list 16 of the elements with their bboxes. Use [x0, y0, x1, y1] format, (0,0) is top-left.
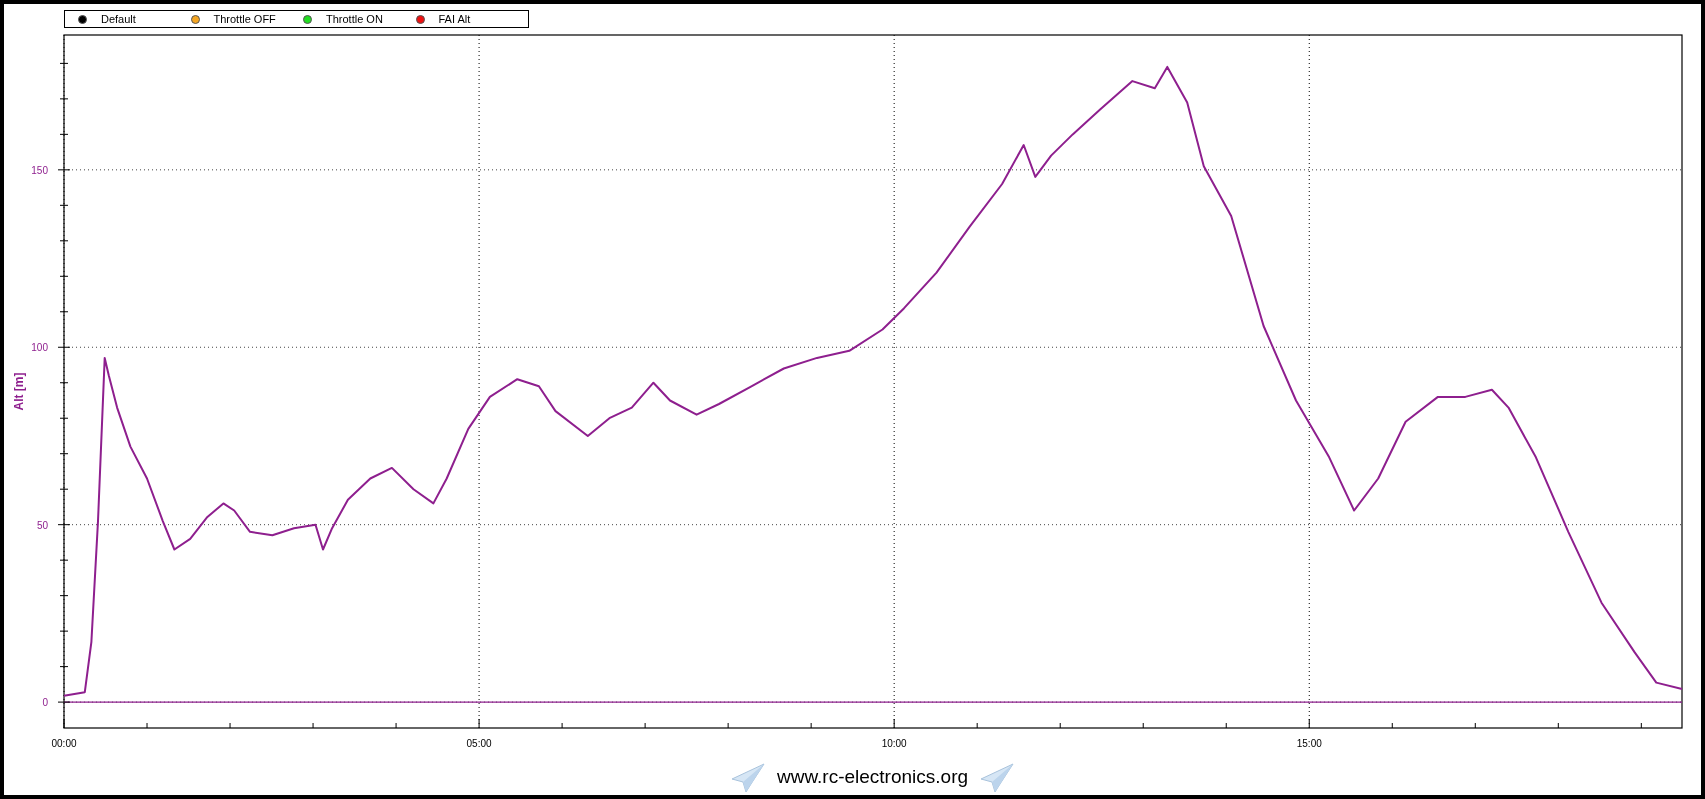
- y-tick-label: 0: [42, 697, 48, 709]
- x-tick-label: 05:00: [466, 738, 492, 749]
- y-tick-label: 150: [31, 164, 48, 176]
- x-tick-label: 10:00: [881, 738, 907, 749]
- paper-plane-icon: [980, 762, 1015, 793]
- footer-website-text: www.rc-electronics.org: [776, 765, 969, 790]
- legend-label: Throttle OFF: [213, 11, 276, 27]
- y-tick-label: 50: [36, 519, 48, 531]
- x-tick-label: 00:00: [51, 738, 77, 749]
- y-axis-title: Alt [m]: [12, 372, 26, 411]
- legend-label: FAI Alt: [438, 11, 471, 27]
- x-tick-label: 15:00: [1296, 738, 1322, 749]
- legend-label: Throttle ON: [326, 11, 383, 27]
- y-tick-label: 100: [31, 342, 48, 354]
- legend-label: Default: [101, 11, 136, 27]
- paper-plane-icon: [730, 762, 765, 793]
